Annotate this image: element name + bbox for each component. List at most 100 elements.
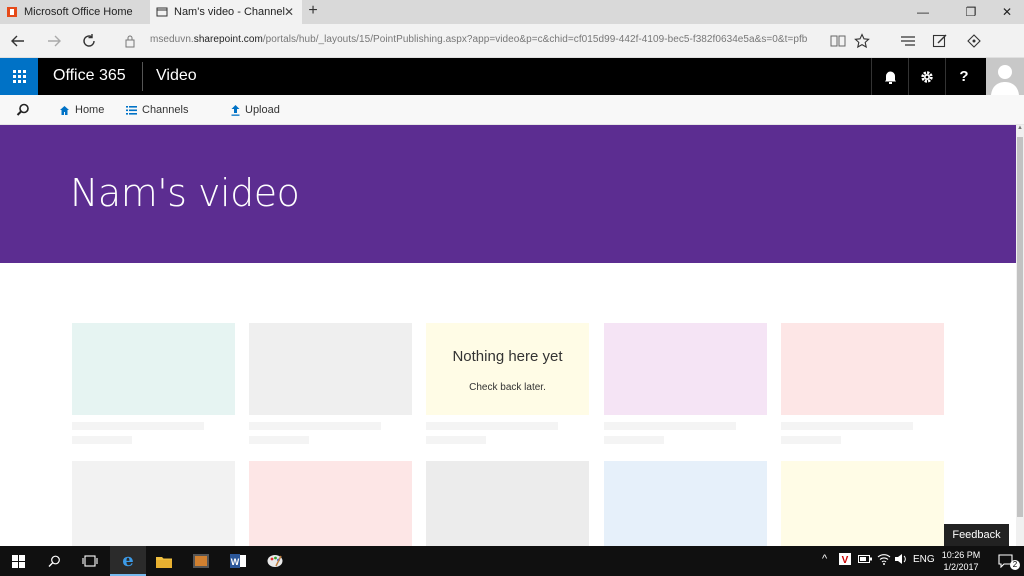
empty-state-subtitle: Check back later. <box>469 382 546 393</box>
placeholder-tile <box>426 461 589 546</box>
favorite-button[interactable] <box>852 31 872 51</box>
wifi-icon[interactable] <box>877 553 891 568</box>
placeholder-tile <box>72 461 235 546</box>
app-taskbar-button[interactable] <box>183 546 219 576</box>
share-icon <box>967 34 981 48</box>
scroll-up-icon[interactable]: ▲ <box>1016 125 1024 135</box>
windows-taskbar: e W ^ V ENG 10:26 PM 1/2/2017 2 <box>0 546 1024 576</box>
hub-icon <box>901 36 915 46</box>
page-title: Nam's video <box>70 171 300 215</box>
home-link[interactable]: Home <box>59 104 104 116</box>
placeholder-line <box>781 436 841 444</box>
search-icon <box>48 555 60 567</box>
feedback-button[interactable]: Feedback <box>944 524 1009 546</box>
placeholder-line <box>604 422 736 430</box>
placeholder-tile <box>249 461 412 546</box>
action-center-button[interactable]: 2 <box>988 546 1024 576</box>
gear-icon <box>921 70 933 83</box>
suite-separator <box>142 62 143 91</box>
forward-button[interactable] <box>44 31 64 51</box>
placeholder-tile <box>604 461 767 546</box>
clock-date: 1/2/2017 <box>943 562 979 572</box>
close-window-button[interactable]: ✕ <box>990 0 1024 24</box>
browser-tab-strip: Microsoft Office Home Nam's video - Chan… <box>0 0 1024 24</box>
book-icon <box>830 35 846 47</box>
battery-icon[interactable] <box>858 554 872 567</box>
share-button[interactable] <box>964 31 984 51</box>
file-explorer-button[interactable] <box>146 546 182 576</box>
hub-button[interactable] <box>898 31 918 51</box>
suite-brand[interactable]: Office 365 <box>53 67 126 85</box>
forward-arrow-icon <box>48 35 61 47</box>
vertical-scrollbar[interactable]: ▲ <box>1016 125 1024 546</box>
minimize-button[interactable]: — <box>906 0 940 24</box>
app-launcher-icon[interactable] <box>0 58 38 95</box>
reading-view-button[interactable] <box>828 31 848 51</box>
url-path: /portals/hub/_layouts/15/PointPublishing… <box>262 34 808 45</box>
tab-label: Nam's video - Channel <box>174 6 285 18</box>
placeholder-tile <box>426 323 589 415</box>
user-icon <box>991 65 1019 95</box>
address-bar[interactable]: mseduvn.sharepoint.com/portals/hub/_layo… <box>150 34 807 45</box>
placeholder-line <box>72 422 204 430</box>
folder-icon <box>156 556 172 568</box>
svg-text:W: W <box>231 557 240 567</box>
star-icon <box>854 33 870 49</box>
placeholder-line <box>781 422 913 430</box>
home-icon <box>60 105 69 115</box>
back-button[interactable] <box>8 31 28 51</box>
placeholder-line <box>72 436 132 444</box>
scrollbar-thumb[interactable] <box>1017 137 1023 517</box>
help-button[interactable]: ? <box>945 58 982 95</box>
paint-taskbar-button[interactable] <box>257 546 293 576</box>
channels-link[interactable]: Channels <box>126 104 188 116</box>
placeholder-line <box>249 436 309 444</box>
placeholder-line <box>604 436 664 444</box>
question-icon: ? <box>959 68 969 85</box>
edge-icon: e <box>122 549 134 571</box>
settings-button[interactable] <box>908 58 945 95</box>
clock[interactable]: 10:26 PM 1/2/2017 <box>934 549 988 573</box>
suite-bar: Office 365 Video ? <box>0 58 1024 95</box>
tab-office-home[interactable]: Microsoft Office Home <box>0 0 150 24</box>
language-indicator[interactable]: ENG <box>913 554 935 565</box>
placeholder-tile <box>72 323 235 415</box>
search-icon[interactable] <box>16 103 30 117</box>
film-icon <box>193 554 209 568</box>
placeholder-tile <box>781 461 944 546</box>
clock-time: 10:26 PM <box>941 550 981 560</box>
restore-button[interactable]: ❐ <box>954 0 988 24</box>
task-view-icon <box>82 555 98 567</box>
volume-icon[interactable] <box>894 553 908 568</box>
new-tab-button[interactable]: + <box>304 2 322 20</box>
search-button[interactable] <box>36 546 72 576</box>
word-icon: W <box>230 554 246 568</box>
office-icon <box>7 7 17 17</box>
channels-label: Channels <box>142 104 189 116</box>
url-host: sharepoint.com <box>193 34 263 45</box>
upload-button[interactable]: Upload <box>231 104 280 116</box>
web-note-button[interactable] <box>930 31 950 51</box>
refresh-icon <box>83 34 95 47</box>
tab-nams-video[interactable]: Nam's video - Channel ✕ <box>150 0 302 24</box>
close-tab-icon[interactable]: ✕ <box>284 5 294 19</box>
bell-icon <box>884 71 896 84</box>
back-arrow-icon <box>11 35 24 47</box>
placeholder-tile <box>781 323 944 415</box>
windows-logo-icon <box>11 554 25 568</box>
command-bar: Home Channels Upload <box>0 95 1024 125</box>
notifications-button[interactable] <box>871 58 908 95</box>
upload-label: Upload <box>245 104 280 116</box>
task-view-button[interactable] <box>72 546 108 576</box>
avatar[interactable] <box>986 58 1024 95</box>
page-icon <box>156 7 168 17</box>
show-hidden-icons[interactable]: ^ <box>822 553 827 565</box>
app-name[interactable]: Video <box>156 67 197 85</box>
svg-text:V: V <box>842 555 849 565</box>
refresh-button[interactable] <box>79 31 99 51</box>
start-button[interactable] <box>0 546 36 576</box>
edge-taskbar-button[interactable]: e <box>110 546 146 576</box>
pen-icon <box>932 34 947 48</box>
word-taskbar-button[interactable]: W <box>220 546 256 576</box>
antivirus-tray-icon[interactable]: V <box>839 553 851 568</box>
